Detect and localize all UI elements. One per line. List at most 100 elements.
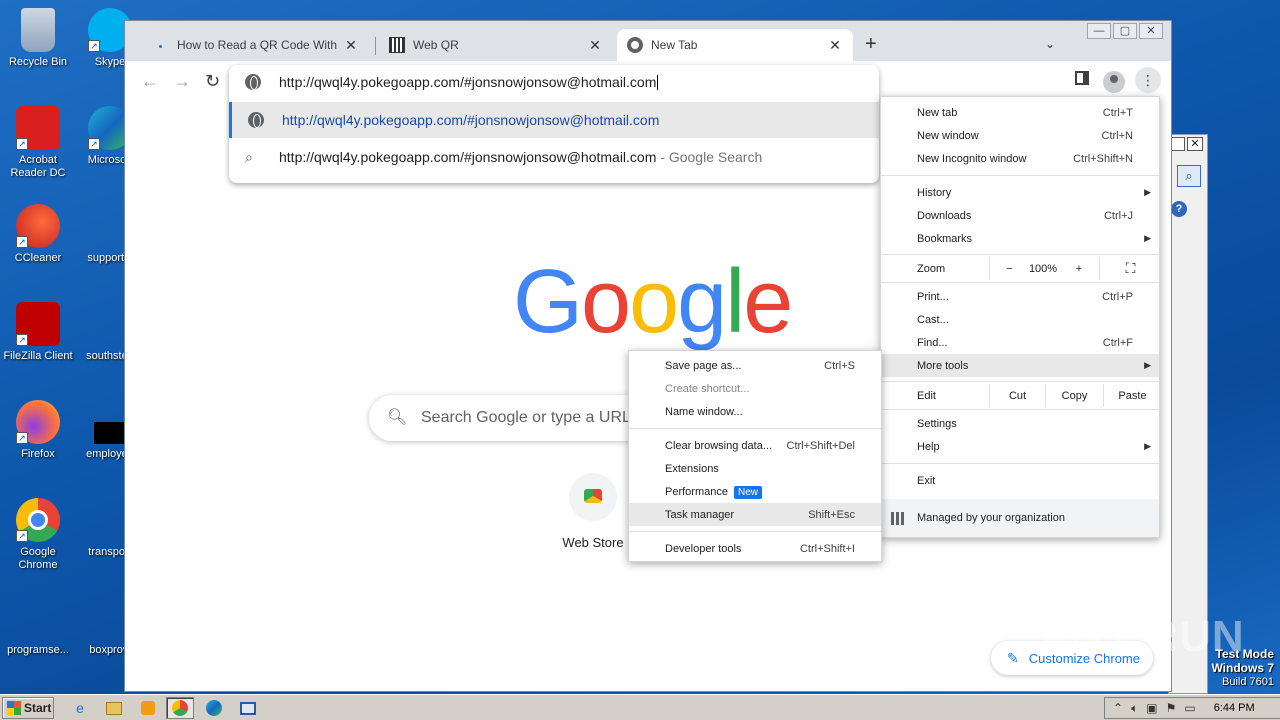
menu-label: History [917,186,952,199]
taskbar-window-icon[interactable] [234,697,262,719]
forward-arrow-icon[interactable]: → [173,71,191,91]
menu-item-more-tools[interactable]: More tools ▶ [881,354,1159,377]
tray-expand-icon[interactable]: ⌃ [1113,701,1123,715]
shortcut-label: Web Store [562,535,624,550]
tab-strip: — ▢ ✕ How to Read a QR Code Without a C … [125,21,1171,61]
menu-item-find[interactable]: Find... Ctrl+F [881,331,1159,354]
new-tab-plus-icon[interactable]: + [865,34,877,54]
menu-item-new-incognito[interactable]: New Incognito window Ctrl+Shift+N [881,147,1159,170]
zoom-in-button[interactable]: + [1059,257,1099,280]
menu-item-extensions[interactable]: Extensions [629,457,881,480]
maximize-button[interactable]: ▢ [1113,23,1137,39]
shortcut-arrow-icon: ↗ [16,530,28,542]
menu-item-performance[interactable]: Performance New [629,480,881,503]
copy-button[interactable]: Copy [1045,384,1103,407]
menu-item-clear-browsing-data[interactable]: Clear browsing data... Ctrl+Shift+Del [629,434,881,457]
suggestion-suffix: - Google Search [656,149,763,165]
menu-separator [629,531,881,532]
flag-icon[interactable]: ⚑ [1166,701,1177,715]
search-icon[interactable]: ⌕ [1177,165,1201,187]
taskbar-clock[interactable]: 6:44 PM [1214,702,1255,714]
tab-web-qr[interactable]: Web QR ✕ [379,29,613,61]
back-arrow-icon[interactable]: ← [141,71,159,91]
menu-item-task-manager[interactable]: Task manager Shift+Esc [629,503,881,526]
menu-separator [881,254,1159,255]
menu-item-help[interactable]: Help ▶ [881,435,1159,458]
menu-item-print[interactable]: Print... Ctrl+P [881,285,1159,308]
close-window-button[interactable]: ✕ [1139,23,1163,39]
profile-avatar[interactable] [1103,71,1125,93]
fullscreen-icon[interactable]: ⛶ [1099,257,1161,280]
taskbar-explorer-icon[interactable] [100,697,128,719]
menu-label: Downloads [917,209,972,222]
menu-item-bookmarks[interactable]: Bookmarks ▶ [881,227,1159,250]
chrome-icon [627,37,643,53]
menu-shortcut: Ctrl+T [1102,106,1133,119]
submenu-arrow-icon: ▶ [1144,360,1151,370]
menu-item-downloads[interactable]: Downloads Ctrl+J [881,204,1159,227]
firefox-icon: ↗ [16,400,60,444]
tab-close-icon[interactable]: ✕ [343,37,359,54]
kebab-menu-icon[interactable]: ⋮ [1135,67,1161,93]
menu-item-exit[interactable]: Exit [881,469,1159,492]
test-mode-line1: Test Mode [1215,647,1274,661]
omnibox-input[interactable]: http://qwql4y.pokegoapp.com/#jonsnowjons… [229,65,879,99]
menu-shortcut: Ctrl+Shift+N [1073,152,1133,165]
menu-item-history[interactable]: History ▶ [881,181,1159,204]
cut-button[interactable]: Cut [989,384,1045,407]
desktop-icon-label: Google Chrome [18,546,58,571]
shortcut-web-store[interactable]: Web Store [557,473,629,550]
tab-new-tab[interactable]: New Tab ✕ [617,29,853,61]
menu-item-cast[interactable]: Cast... [881,308,1159,331]
menu-label: Developer tools [665,542,742,555]
desktop-icon-label: FileZilla Client [3,350,73,362]
building-icon [891,511,905,525]
desktop-icon-acrobat[interactable]: ↗ Acrobat Reader DC [0,106,76,180]
taskbar-chrome-icon[interactable] [166,697,194,719]
desktop-icon-firefox[interactable]: ↗ Firefox [0,400,76,461]
new-badge: New [733,485,762,499]
network-icon[interactable]: ▣ [1146,701,1157,715]
menu-label: New tab [917,106,958,119]
desktop-icon-programse[interactable]: programse... [0,596,76,657]
taskbar-media-player-icon[interactable] [134,697,162,719]
taskbar-ie-icon[interactable]: e [66,697,94,719]
menu-item-new-tab[interactable]: New tab Ctrl+T [881,101,1159,124]
desktop-icon-recycle-bin[interactable]: Recycle Bin [0,8,76,69]
menu-item-developer-tools[interactable]: Developer tools Ctrl+Shift+I [629,537,881,560]
logo-letter: o [629,252,679,352]
chrome-main-menu: New tab Ctrl+T New window Ctrl+N New Incog… [880,96,1160,538]
window-button[interactable] [1171,137,1185,151]
volume-icon[interactable]: 🔈︎ [1131,701,1138,716]
help-icon[interactable]: ? [1171,201,1187,217]
taskbar-edge-icon[interactable] [200,697,228,719]
menu-shortcut: Ctrl+P [1102,290,1133,303]
omnibox-suggestion-search[interactable]: ⌕ http://qwql4y.pokegoapp.com/#jonsnowjo… [229,139,879,175]
menu-item-save-page[interactable]: Save page as... Ctrl+S [629,354,881,377]
menu-item-new-window[interactable]: New window Ctrl+N [881,124,1159,147]
tab-close-icon[interactable]: ✕ [587,37,603,54]
menu-shortcut: Ctrl+F [1102,336,1133,349]
omnibox-suggestion-url[interactable]: http://qwql4y.pokegoapp.com/#jonsnowjons… [229,102,879,138]
chevron-down-icon[interactable]: ⌄ [1045,37,1055,51]
paste-button[interactable]: Paste [1103,384,1161,407]
tab-qr-article[interactable]: How to Read a QR Code Without a C ✕ [143,29,369,61]
zoom-out-button[interactable]: − [989,257,1029,280]
close-icon[interactable]: ✕ [1187,137,1203,151]
menu-item-settings[interactable]: Settings [881,412,1159,435]
desktop-icon-ccleaner[interactable]: ↗ CCleaner [0,204,76,265]
display-icon[interactable]: ▭ [1184,701,1195,715]
desktop-icon-google-chrome[interactable]: ↗ Google Chrome [0,498,76,572]
side-panel-icon[interactable] [1075,71,1089,85]
reload-icon[interactable]: ↻ [205,71,220,91]
loading-icon [153,37,169,53]
tab-close-icon[interactable]: ✕ [827,37,843,54]
background-window[interactable]: ✕ ⌕ ? [1168,134,1208,694]
menu-item-managed[interactable]: Managed by your organization [881,499,1159,537]
desktop-icon-filezilla[interactable]: ↗ FileZilla Client [0,302,76,363]
start-button[interactable]: Start [2,697,54,719]
menu-label: Bookmarks [917,232,973,245]
menu-item-name-window[interactable]: Name window... [629,400,881,423]
globe-icon [248,112,264,128]
minimize-button[interactable]: — [1087,23,1111,39]
